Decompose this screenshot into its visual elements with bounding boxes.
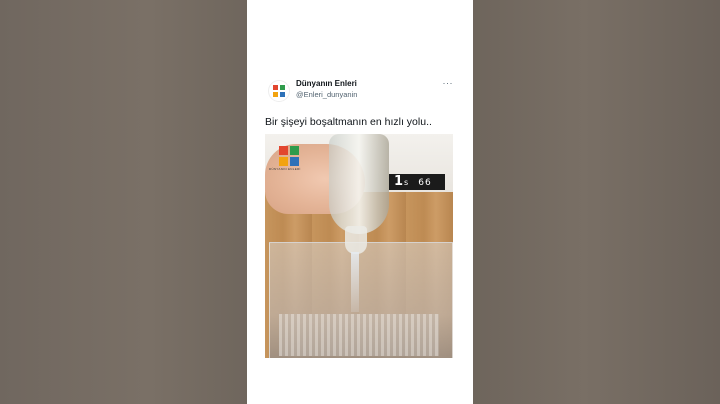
tweet-video[interactable]: DÜNYANIN ENLERİ 1 s 66 — [265, 134, 453, 358]
more-options-icon[interactable]: ··· — [443, 78, 454, 88]
logo-square-blue — [290, 157, 299, 166]
video-bottle — [329, 134, 389, 234]
timer-seconds: 1 — [394, 174, 404, 189]
author-name[interactable]: Dünyanın Enleri — [296, 79, 357, 88]
author-handle[interactable]: @Enleri_dunyanin — [296, 90, 357, 99]
video-container-floor — [279, 314, 439, 356]
tweet-header: Dünyanın Enleri @Enleri_dunyanin ··· — [268, 78, 453, 102]
avatar[interactable] — [268, 80, 290, 102]
video-side-blur-left — [0, 0, 247, 404]
tweet-text: Bir şişeyi boşaltmanın en hızlı yolu.. — [265, 116, 432, 128]
logo-square-red — [279, 146, 288, 155]
logo-square-green — [290, 146, 299, 155]
video-side-blur-right — [473, 0, 720, 404]
logo-grid-icon — [273, 85, 285, 97]
timer-unit: s — [404, 178, 409, 187]
timer-fraction: 66 — [418, 178, 432, 188]
logo-square-orange — [279, 157, 288, 166]
stopwatch-overlay: 1 s 66 — [389, 174, 445, 190]
tweet-card: Dünyanın Enleri @Enleri_dunyanin ··· Bir… — [247, 0, 473, 404]
logo-caption: DÜNYANIN ENLERİ — [269, 167, 301, 171]
channel-logo-icon — [279, 146, 299, 166]
video-water-stream — [351, 252, 359, 312]
video-bottle-neck — [345, 226, 367, 254]
